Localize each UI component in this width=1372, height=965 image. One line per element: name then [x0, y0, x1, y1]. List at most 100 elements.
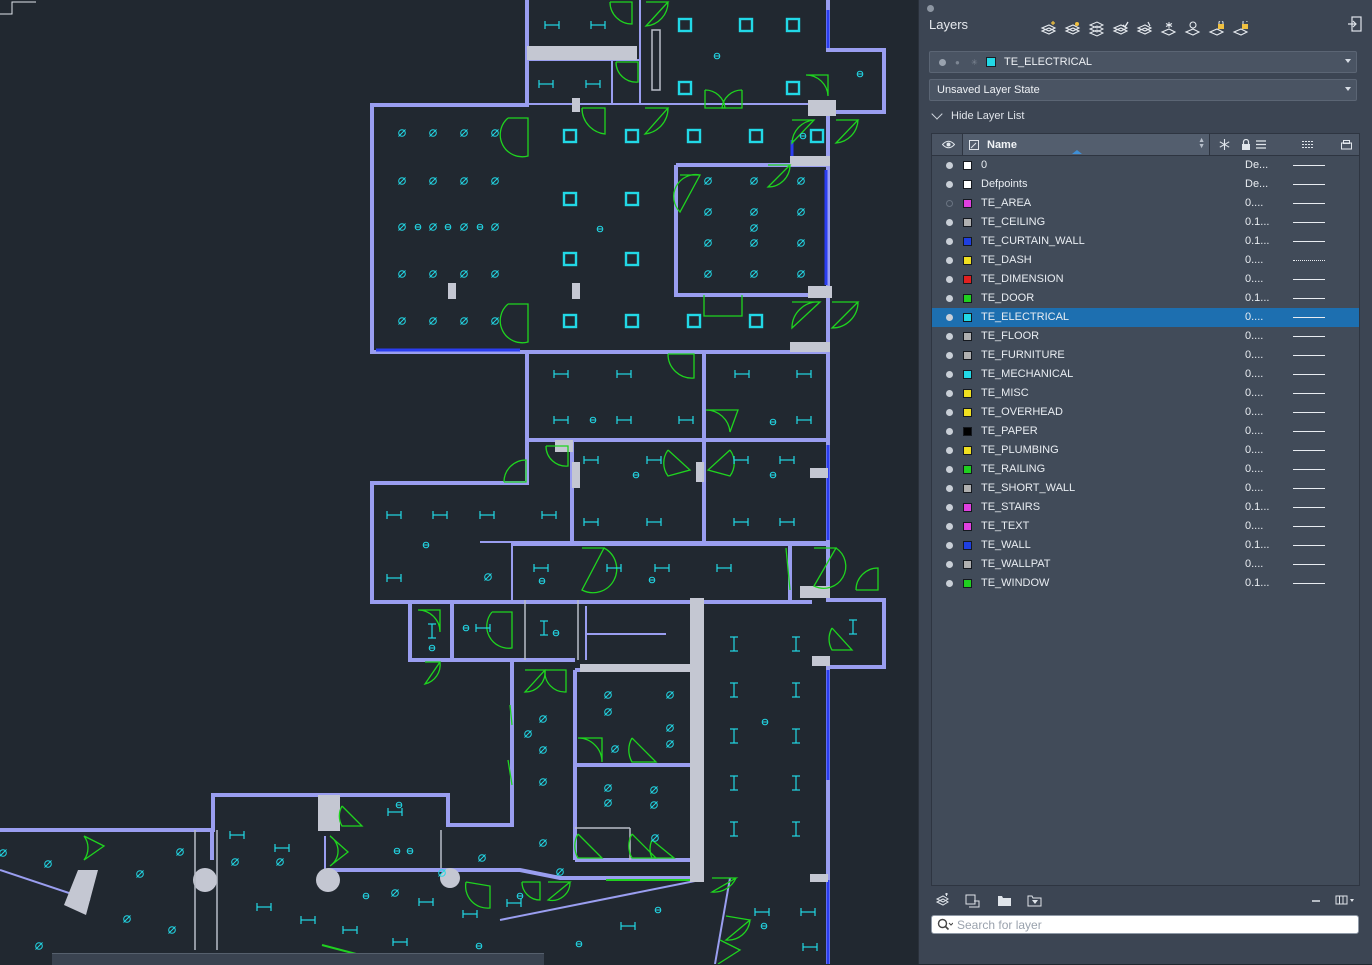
columns-icon[interactable] — [1335, 893, 1357, 909]
layer-lineweight[interactable]: 0.... — [1245, 197, 1263, 209]
layer-color-swatch[interactable] — [963, 275, 972, 284]
layer-row[interactable]: TE_WINDOW 0.1... — [932, 574, 1359, 593]
layer-visibility-toggle[interactable] — [946, 200, 953, 207]
layer-color-swatch[interactable] — [963, 560, 972, 569]
layer-color-swatch[interactable] — [963, 313, 972, 322]
layer-row[interactable]: TE_CURTAIN_WALL 0.1... — [932, 232, 1359, 251]
dock-panel-icon[interactable] — [1348, 16, 1362, 32]
lock-icon[interactable] — [1207, 20, 1226, 39]
layer-color-swatch[interactable] — [963, 180, 972, 189]
open-folder-icon[interactable] — [997, 893, 1013, 909]
layer-row[interactable]: TE_FURNITURE 0.... — [932, 346, 1359, 365]
layer-color-swatch[interactable] — [963, 579, 972, 588]
layer-color-swatch[interactable] — [963, 351, 972, 360]
isolate-icon[interactable] — [1183, 20, 1202, 39]
layer-lineweight[interactable]: De... — [1245, 178, 1268, 190]
layer-lineweight[interactable]: 0.... — [1245, 330, 1263, 342]
filter-folder-icon[interactable] — [1027, 893, 1043, 909]
layer-linetype[interactable] — [1293, 317, 1325, 318]
layer-linetype[interactable] — [1293, 165, 1325, 166]
layer-linetype[interactable] — [1293, 412, 1325, 413]
layer-visibility-toggle[interactable] — [946, 485, 953, 492]
layer-visibility-toggle[interactable] — [946, 162, 953, 169]
layer-lineweight[interactable]: 0.1... — [1245, 292, 1269, 304]
freeze-icon[interactable] — [1159, 20, 1178, 39]
layer-row[interactable]: TE_ELECTRICAL 0.... — [932, 308, 1359, 327]
layer-row[interactable]: TE_DASH 0.... — [932, 251, 1359, 270]
layer-color-swatch[interactable] — [963, 199, 972, 208]
layer-color-swatch[interactable] — [963, 465, 972, 474]
layer-lineweight[interactable]: 0.1... — [1245, 235, 1269, 247]
layer-linetype[interactable] — [1293, 336, 1325, 337]
new-layer-icon[interactable] — [935, 893, 951, 909]
command-line-bar[interactable] — [52, 953, 544, 965]
layer-lineweight[interactable]: 0.... — [1245, 482, 1263, 494]
layer-row[interactable]: TE_WALLPAT 0.... — [932, 555, 1359, 574]
layer-linetype[interactable] — [1293, 184, 1325, 185]
set-current-icon[interactable] — [1111, 20, 1130, 39]
layer-linetype[interactable] — [1293, 279, 1325, 280]
layer-visibility-toggle[interactable] — [946, 257, 953, 264]
column-visibility[interactable] — [936, 134, 960, 155]
collapse-icon[interactable] — [1309, 893, 1325, 909]
layer-linetype[interactable] — [1293, 203, 1325, 204]
layer-lineweight[interactable]: 0.1... — [1245, 501, 1269, 513]
layer-row[interactable]: TE_PLUMBING 0.... — [932, 441, 1359, 460]
column-freeze[interactable] — [1215, 134, 1233, 155]
layer-visibility-toggle[interactable] — [946, 504, 953, 511]
layer-row[interactable]: TE_PAPER 0.... — [932, 422, 1359, 441]
layer-row[interactable]: TE_STAIRS 0.1... — [932, 498, 1359, 517]
layer-color-swatch[interactable] — [963, 256, 972, 265]
layer-color-swatch[interactable] — [963, 218, 972, 227]
layer-visibility-toggle[interactable] — [946, 523, 953, 530]
layer-linetype[interactable] — [1293, 469, 1325, 470]
layer-visibility-toggle[interactable] — [946, 314, 953, 321]
layer-linetype[interactable] — [1293, 488, 1325, 489]
layer-linetype[interactable] — [1293, 526, 1325, 527]
layer-visibility-toggle[interactable] — [946, 219, 953, 226]
layer-visibility-toggle[interactable] — [946, 295, 953, 302]
layer-lineweight[interactable]: 0.... — [1245, 463, 1263, 475]
layer-color-swatch[interactable] — [963, 294, 972, 303]
layer-visibility-toggle[interactable] — [946, 409, 953, 416]
layer-lineweight[interactable]: 0.... — [1245, 406, 1263, 418]
layer-lineweight[interactable]: 0.... — [1245, 387, 1263, 399]
layer-row[interactable]: TE_CEILING 0.1... — [932, 213, 1359, 232]
layer-row[interactable]: TE_TEXT 0.... — [932, 517, 1359, 536]
layer-color-swatch[interactable] — [963, 161, 972, 170]
layer-linetype[interactable] — [1293, 545, 1325, 546]
new-layer-icon[interactable] — [1039, 20, 1058, 39]
layer-linetype[interactable] — [1293, 450, 1325, 451]
layer-linetype[interactable] — [1293, 374, 1325, 375]
layer-linetype[interactable] — [1293, 431, 1325, 432]
layer-visibility-toggle[interactable] — [946, 447, 953, 454]
layer-visibility-toggle[interactable] — [946, 390, 953, 397]
layer-linetype[interactable] — [1293, 222, 1325, 223]
hide-layer-list-toggle[interactable]: Hide Layer List — [931, 108, 1024, 122]
layer-row[interactable]: TE_MISC 0.... — [932, 384, 1359, 403]
search-input[interactable] — [957, 917, 1337, 932]
layer-lineweight[interactable]: 0.... — [1245, 254, 1263, 266]
layer-lineweight[interactable]: 0.... — [1245, 444, 1263, 456]
layer-state-dropdown[interactable]: Unsaved Layer State — [929, 79, 1357, 101]
layer-row[interactable]: TE_DOOR 0.1... — [932, 289, 1359, 308]
layer-visibility-toggle[interactable] — [946, 352, 953, 359]
current-layer-dropdown[interactable]: ● ✳ TE_ELECTRICAL — [929, 51, 1357, 73]
layer-lineweight[interactable]: 0.... — [1245, 558, 1263, 570]
new-layer-vp-frozen-icon[interactable] — [1063, 20, 1082, 39]
layer-visibility-toggle[interactable] — [946, 542, 953, 549]
unlock-icon[interactable] — [1231, 20, 1250, 39]
layer-color-swatch[interactable] — [963, 237, 972, 246]
layer-visibility-toggle[interactable] — [946, 333, 953, 340]
layer-color-swatch[interactable] — [963, 389, 972, 398]
layer-row[interactable]: TE_SHORT_WALL 0.... — [932, 479, 1359, 498]
column-lineweight[interactable] — [1252, 134, 1270, 155]
layer-color-swatch[interactable] — [963, 541, 972, 550]
layer-row[interactable]: TE_AREA 0.... — [932, 194, 1359, 213]
layer-search-box[interactable] — [931, 915, 1359, 934]
drawing-canvas[interactable] — [0, 0, 918, 965]
layer-visibility-toggle[interactable] — [946, 276, 953, 283]
layer-linetype[interactable] — [1293, 583, 1325, 584]
layer-row[interactable]: TE_DIMENSION 0.... — [932, 270, 1359, 289]
layer-color-swatch[interactable] — [963, 522, 972, 531]
